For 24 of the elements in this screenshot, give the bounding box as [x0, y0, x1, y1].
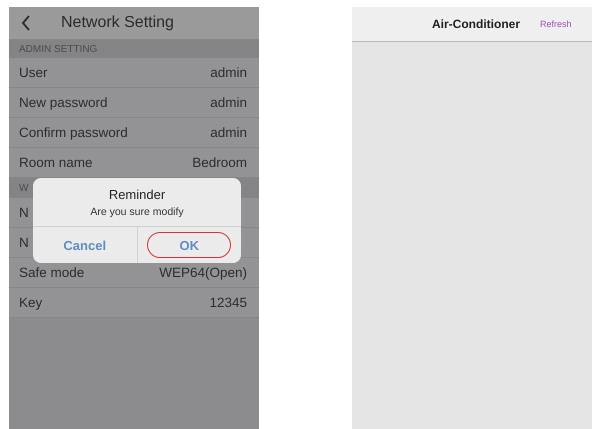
- row-value: admin: [210, 125, 247, 140]
- dialog-button[interactable]: Cancel: [42, 232, 127, 258]
- row-value: WEP64(Open): [159, 265, 247, 280]
- section-header: W: [19, 182, 28, 194]
- screen-title: Air-Conditioner: [432, 17, 520, 31]
- row-value: Bedroom: [192, 155, 247, 170]
- dialog-button[interactable]: OK: [147, 232, 232, 258]
- dialog-title: Reminder: [108, 187, 166, 202]
- row-value: admin: [210, 95, 247, 110]
- screen-title: Network Setting: [61, 14, 174, 32]
- row-label: N: [19, 235, 29, 250]
- row-label: Key: [19, 295, 42, 310]
- dialog-message: Are you sure modify: [89, 206, 185, 218]
- row-label: Safe mode: [19, 265, 84, 280]
- back-icon[interactable]: [21, 15, 31, 31]
- row-label: N: [19, 205, 29, 220]
- row-label: User: [19, 65, 48, 80]
- row-value: 12345: [209, 295, 247, 310]
- row-label: Confirm password: [19, 125, 128, 140]
- row-label: Room name: [19, 155, 93, 170]
- row-value: admin: [210, 65, 247, 80]
- refresh-link[interactable]: Refresh: [540, 19, 572, 29]
- row-label: New password: [19, 95, 108, 110]
- section-header: ADMIN SETTING: [19, 44, 98, 54]
